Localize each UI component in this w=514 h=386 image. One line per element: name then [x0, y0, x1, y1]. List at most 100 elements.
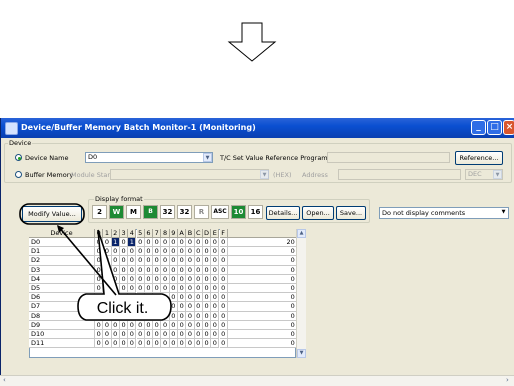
- bit-cell[interactable]: 0: [186, 339, 195, 349]
- bit-cell[interactable]: 0: [103, 320, 112, 330]
- buffer-memory-radio[interactable]: [15, 171, 22, 178]
- bit-cell[interactable]: 0: [103, 330, 112, 340]
- bit-cell[interactable]: 0: [119, 238, 129, 248]
- bit-cell[interactable]: 0: [144, 238, 154, 248]
- bit-cell[interactable]: 0: [119, 339, 129, 349]
- bit-cell[interactable]: 0: [194, 320, 203, 330]
- bit-cell[interactable]: 0: [219, 265, 228, 275]
- bit-cell[interactable]: 0: [111, 247, 120, 257]
- bit-cell[interactable]: 0: [194, 311, 203, 321]
- bit-cell[interactable]: 0: [153, 339, 162, 349]
- 32bit-real-button[interactable]: 32: [177, 205, 192, 219]
- bit-cell[interactable]: 0: [136, 256, 145, 266]
- maximize-button[interactable]: □: [487, 120, 502, 135]
- bit-cell[interactable]: 0: [202, 339, 212, 349]
- bit-cell[interactable]: 0: [111, 320, 120, 330]
- bit-cell[interactable]: 0: [211, 311, 220, 321]
- bit-cell[interactable]: 0: [211, 265, 220, 275]
- bit-cell[interactable]: 0: [161, 284, 170, 294]
- table-row-device[interactable]: D1: [29, 247, 95, 257]
- bit-cell[interactable]: 0: [186, 320, 195, 330]
- bit-cell[interactable]: 0: [95, 284, 104, 294]
- bit-cell[interactable]: 0: [211, 274, 220, 284]
- bit-cell[interactable]: 0: [144, 330, 154, 340]
- bit-cell[interactable]: 0: [169, 274, 178, 284]
- device-name-dropdown-icon[interactable]: ▼: [203, 153, 212, 162]
- bit-cell[interactable]: 0: [144, 320, 154, 330]
- bit-cell[interactable]: 0: [202, 256, 212, 266]
- bit-cell[interactable]: 0: [202, 293, 212, 303]
- bit-cell[interactable]: 0: [136, 238, 145, 248]
- bit-cell[interactable]: 0: [144, 256, 154, 266]
- bit-cell[interactable]: 0: [202, 265, 212, 275]
- comments-select[interactable]: Do not display comments: [379, 207, 509, 219]
- bit-cell[interactable]: 0: [202, 284, 212, 294]
- bit-cell[interactable]: 0: [194, 339, 203, 349]
- bit-cell[interactable]: 0: [186, 265, 195, 275]
- open-button[interactable]: Open...: [302, 206, 334, 220]
- scroll-down-icon[interactable]: ▼: [297, 349, 306, 358]
- bit-cell[interactable]: 0: [161, 330, 170, 340]
- bit-cell[interactable]: 0: [169, 238, 178, 248]
- bit-cell[interactable]: 0: [178, 238, 187, 248]
- value-cell[interactable]: 0: [227, 302, 298, 312]
- bit-cell[interactable]: 0: [194, 265, 203, 275]
- bit-cell[interactable]: 0: [202, 311, 212, 321]
- bit-cell[interactable]: 0: [219, 320, 228, 330]
- bit-cell[interactable]: 0: [219, 339, 228, 349]
- table-row-device[interactable]: D5: [29, 284, 95, 294]
- bit-cell[interactable]: 0: [194, 256, 203, 266]
- bit-cell[interactable]: 0: [194, 302, 203, 312]
- bit-cell[interactable]: 0: [95, 339, 104, 349]
- bit-cell[interactable]: 0: [153, 284, 162, 294]
- bit-cell[interactable]: 0: [128, 320, 137, 330]
- table-row-device[interactable]: D3: [29, 265, 95, 275]
- bit-cell[interactable]: 0: [219, 238, 228, 248]
- bit-cell[interactable]: 0: [211, 238, 220, 248]
- bit-cell[interactable]: 0: [219, 247, 228, 257]
- bit-cell[interactable]: 0: [178, 320, 187, 330]
- address-format-dropdown-icon[interactable]: ▼: [493, 170, 502, 179]
- bit-cell[interactable]: 0: [169, 330, 178, 340]
- value-cell[interactable]: 0: [227, 311, 298, 321]
- bit-cell[interactable]: 0: [202, 247, 212, 257]
- bit-cell[interactable]: 0: [103, 247, 112, 257]
- bit-cell[interactable]: 0: [111, 265, 120, 275]
- bit-cell[interactable]: 0: [111, 274, 120, 284]
- bit-cell[interactable]: 0: [95, 320, 104, 330]
- value-cell[interactable]: 20: [227, 238, 298, 248]
- bit-cell[interactable]: 0: [103, 339, 112, 349]
- bit-cell[interactable]: 0: [161, 265, 170, 275]
- table-row-device[interactable]: D2: [29, 256, 95, 266]
- bit-cell[interactable]: 0: [169, 265, 178, 275]
- value-cell[interactable]: 0: [227, 330, 298, 340]
- bit-cell[interactable]: 0: [95, 256, 104, 266]
- bit-cell[interactable]: 0: [144, 265, 154, 275]
- real-format-button[interactable]: R: [194, 205, 209, 219]
- bit-cell[interactable]: 0: [194, 284, 203, 294]
- value-cell[interactable]: 0: [227, 339, 298, 349]
- bit-cell[interactable]: 0: [119, 247, 129, 257]
- close-button[interactable]: ×: [503, 120, 514, 135]
- bit-cell[interactable]: 0: [211, 256, 220, 266]
- bit-cell[interactable]: 0: [202, 302, 212, 312]
- details-button[interactable]: Details...: [266, 206, 300, 220]
- bit-cell[interactable]: 0: [153, 274, 162, 284]
- bit-cell[interactable]: 0: [128, 256, 137, 266]
- bit-cell[interactable]: 0: [119, 274, 129, 284]
- bit-cell[interactable]: 0: [161, 247, 170, 257]
- bit-cell[interactable]: 0: [111, 284, 120, 294]
- bit-cell[interactable]: 0: [119, 284, 129, 294]
- bit-cell[interactable]: 0: [186, 256, 195, 266]
- bit-cell[interactable]: 0: [128, 247, 137, 257]
- bit-cell[interactable]: 0: [128, 330, 137, 340]
- table-vertical-scrollbar[interactable]: ▲ ▼: [296, 229, 306, 358]
- bit-cell[interactable]: 0: [136, 265, 145, 275]
- window-horizontal-scrollbar[interactable]: ‹ ›: [0, 375, 514, 386]
- table-row-device[interactable]: D9: [29, 320, 95, 330]
- bit-cell[interactable]: 0: [194, 247, 203, 257]
- bit-cell[interactable]: 0: [103, 274, 112, 284]
- bit-cell[interactable]: 0: [128, 274, 137, 284]
- bit-cell[interactable]: 0: [219, 284, 228, 294]
- bit-cell[interactable]: 0: [219, 311, 228, 321]
